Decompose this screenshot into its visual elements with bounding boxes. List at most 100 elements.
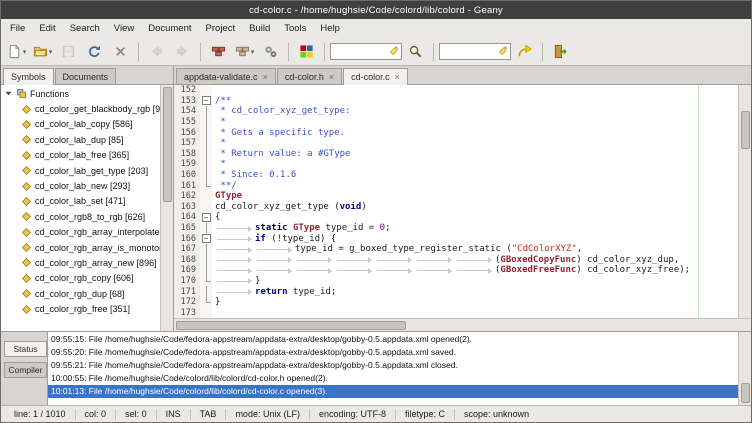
line-number[interactable]: 157: [174, 138, 200, 149]
log-message[interactable]: 09:55:15: File /home/hughsie/Code/fedora…: [48, 332, 738, 345]
dropdown-arrow-icon[interactable]: ▾: [23, 48, 27, 56]
search-entry[interactable]: [330, 43, 402, 60]
symbols-root[interactable]: Functions: [1, 86, 160, 101]
fold-margin[interactable]: [200, 223, 212, 234]
message-tab-compiler[interactable]: Compiler: [4, 362, 47, 378]
line-number[interactable]: 170: [174, 276, 200, 287]
code-text[interactable]: return type_id;: [212, 286, 738, 297]
sidebar-tab-symbols[interactable]: Symbols: [3, 68, 54, 85]
symbol-item[interactable]: cd_color_lab_dup [85]: [1, 132, 160, 147]
code-text[interactable]: * Gets a specific type.: [212, 127, 738, 138]
fold-margin[interactable]: [200, 191, 212, 202]
expander-icon[interactable]: [4, 89, 13, 98]
fold-margin[interactable]: [200, 149, 212, 160]
symbol-item[interactable]: cd_color_lab_get_type [203]: [1, 163, 160, 178]
goto-line-input[interactable]: [442, 47, 496, 57]
tab-close-icon[interactable]: ×: [395, 72, 400, 82]
sidebar-scrollbar[interactable]: [160, 85, 173, 331]
fold-margin[interactable]: [200, 202, 212, 213]
line-number[interactable]: 155: [174, 117, 200, 128]
editor-tab-cd-color.h[interactable]: cd-color.h×: [277, 68, 342, 84]
code-line[interactable]: 158 * Return value: a #GType: [174, 149, 738, 160]
scrollbar-thumb[interactable]: [176, 321, 406, 330]
editor-tab-appdata-validate.c[interactable]: appdata-validate.c×: [176, 68, 276, 84]
line-number[interactable]: 169: [174, 265, 200, 276]
back-button[interactable]: [144, 40, 169, 63]
log-message[interactable]: 09:55:21: File /home/hughsie/Code/fedora…: [48, 358, 738, 371]
symbol-item[interactable]: cd_color_lab_free [365]: [1, 148, 160, 163]
menu-help[interactable]: Help: [313, 20, 347, 37]
editor-hscrollbar[interactable]: [174, 318, 751, 331]
fold-margin[interactable]: [200, 127, 212, 138]
symbol-item[interactable]: cd_color_rgb_array_new [896]: [1, 255, 160, 270]
fold-margin[interactable]: [200, 276, 212, 287]
sidebar-tab-documents[interactable]: Documents: [55, 68, 117, 84]
fold-margin[interactable]: [200, 106, 212, 117]
code-line[interactable]: 159 *: [174, 159, 738, 170]
code-line[interactable]: 155 *: [174, 117, 738, 128]
log-message[interactable]: 09:55:20: File /home/hughsie/Code/fedora…: [48, 345, 738, 358]
menu-build[interactable]: Build: [242, 20, 277, 37]
log-message[interactable]: 10:00:55: File /home/hughsie/Code/colord…: [48, 372, 738, 385]
search-input[interactable]: [333, 47, 387, 57]
fold-margin[interactable]: [200, 307, 212, 318]
line-number[interactable]: 167: [174, 244, 200, 255]
symbol-item[interactable]: cd_color_rgb_array_interpolate [9: [1, 225, 160, 240]
code-text[interactable]: *: [212, 138, 738, 149]
find-button[interactable]: [403, 40, 428, 63]
line-number[interactable]: 162: [174, 191, 200, 202]
code-text[interactable]: type_id = g_boxed_type_register_static (…: [212, 244, 738, 255]
code-text[interactable]: (GBoxedFreeFunc) cd_color_xyz_free);: [212, 265, 738, 276]
menu-project[interactable]: Project: [199, 20, 243, 37]
symbol-item[interactable]: cd_color_rgb_free [351]: [1, 301, 160, 316]
jump-to-button[interactable]: [512, 40, 537, 63]
fold-margin[interactable]: [200, 297, 212, 308]
line-number[interactable]: 152: [174, 85, 200, 96]
code-line[interactable]: 169 (GBoxedFreeFunc) cd_color_xyz_free);: [174, 265, 738, 276]
code-line[interactable]: 160 * Since: 0.1.6: [174, 170, 738, 181]
new-button[interactable]: ▾: [4, 40, 29, 63]
color-chooser-button[interactable]: [294, 40, 319, 63]
code-text[interactable]: [212, 85, 738, 96]
fold-margin[interactable]: [200, 138, 212, 149]
fold-margin[interactable]: [200, 180, 212, 191]
fold-margin[interactable]: [200, 159, 212, 170]
line-number[interactable]: 172: [174, 297, 200, 308]
compile-button[interactable]: [206, 40, 231, 63]
code-line[interactable]: 157 *: [174, 138, 738, 149]
fold-margin[interactable]: [200, 255, 212, 266]
code-text[interactable]: * Return value: a #GType: [212, 149, 738, 160]
code-line[interactable]: 170}: [174, 276, 738, 287]
code-text[interactable]: *: [212, 117, 738, 128]
line-number[interactable]: 166: [174, 233, 200, 244]
symbol-item[interactable]: cd_color_rgb_dup [68]: [1, 286, 160, 301]
menu-search[interactable]: Search: [63, 20, 107, 37]
fold-margin[interactable]: [200, 286, 212, 297]
code-text[interactable]: (GBoxedCopyFunc) cd_color_xyz_dup,: [212, 255, 738, 266]
code-line[interactable]: 152: [174, 85, 738, 96]
code-line[interactable]: 172}: [174, 297, 738, 308]
revert-button[interactable]: [82, 40, 107, 63]
clear-icon[interactable]: [497, 46, 508, 57]
symbol-item[interactable]: cd_color_lab_set [471]: [1, 194, 160, 209]
line-number[interactable]: 156: [174, 127, 200, 138]
tab-close-icon[interactable]: ×: [329, 72, 334, 82]
code-text[interactable]: }: [212, 297, 738, 308]
editor-tab-cd-color.c[interactable]: cd-color.c×: [343, 68, 408, 85]
dropdown-arrow-icon[interactable]: ▾: [251, 48, 255, 56]
line-number[interactable]: 159: [174, 159, 200, 170]
symbol-item[interactable]: cd_color_rgb8_to_rgb [626]: [1, 209, 160, 224]
fold-margin[interactable]: −: [200, 212, 212, 223]
forward-button[interactable]: [170, 40, 195, 63]
close-button[interactable]: [108, 40, 133, 63]
code-line[interactable]: 173: [174, 307, 738, 318]
line-number[interactable]: 158: [174, 149, 200, 160]
message-tab-status[interactable]: Status: [4, 341, 47, 357]
symbol-item[interactable]: cd_color_lab_copy [586]: [1, 117, 160, 132]
code-text[interactable]: *: [212, 159, 738, 170]
code-line[interactable]: 165static GType type_id = 0;: [174, 223, 738, 234]
fold-margin[interactable]: [200, 244, 212, 255]
code-line[interactable]: 162GType: [174, 191, 738, 202]
goto-line-entry[interactable]: [439, 43, 511, 60]
symbol-item[interactable]: cd_color_get_blackbody_rgb [97: [1, 101, 160, 116]
